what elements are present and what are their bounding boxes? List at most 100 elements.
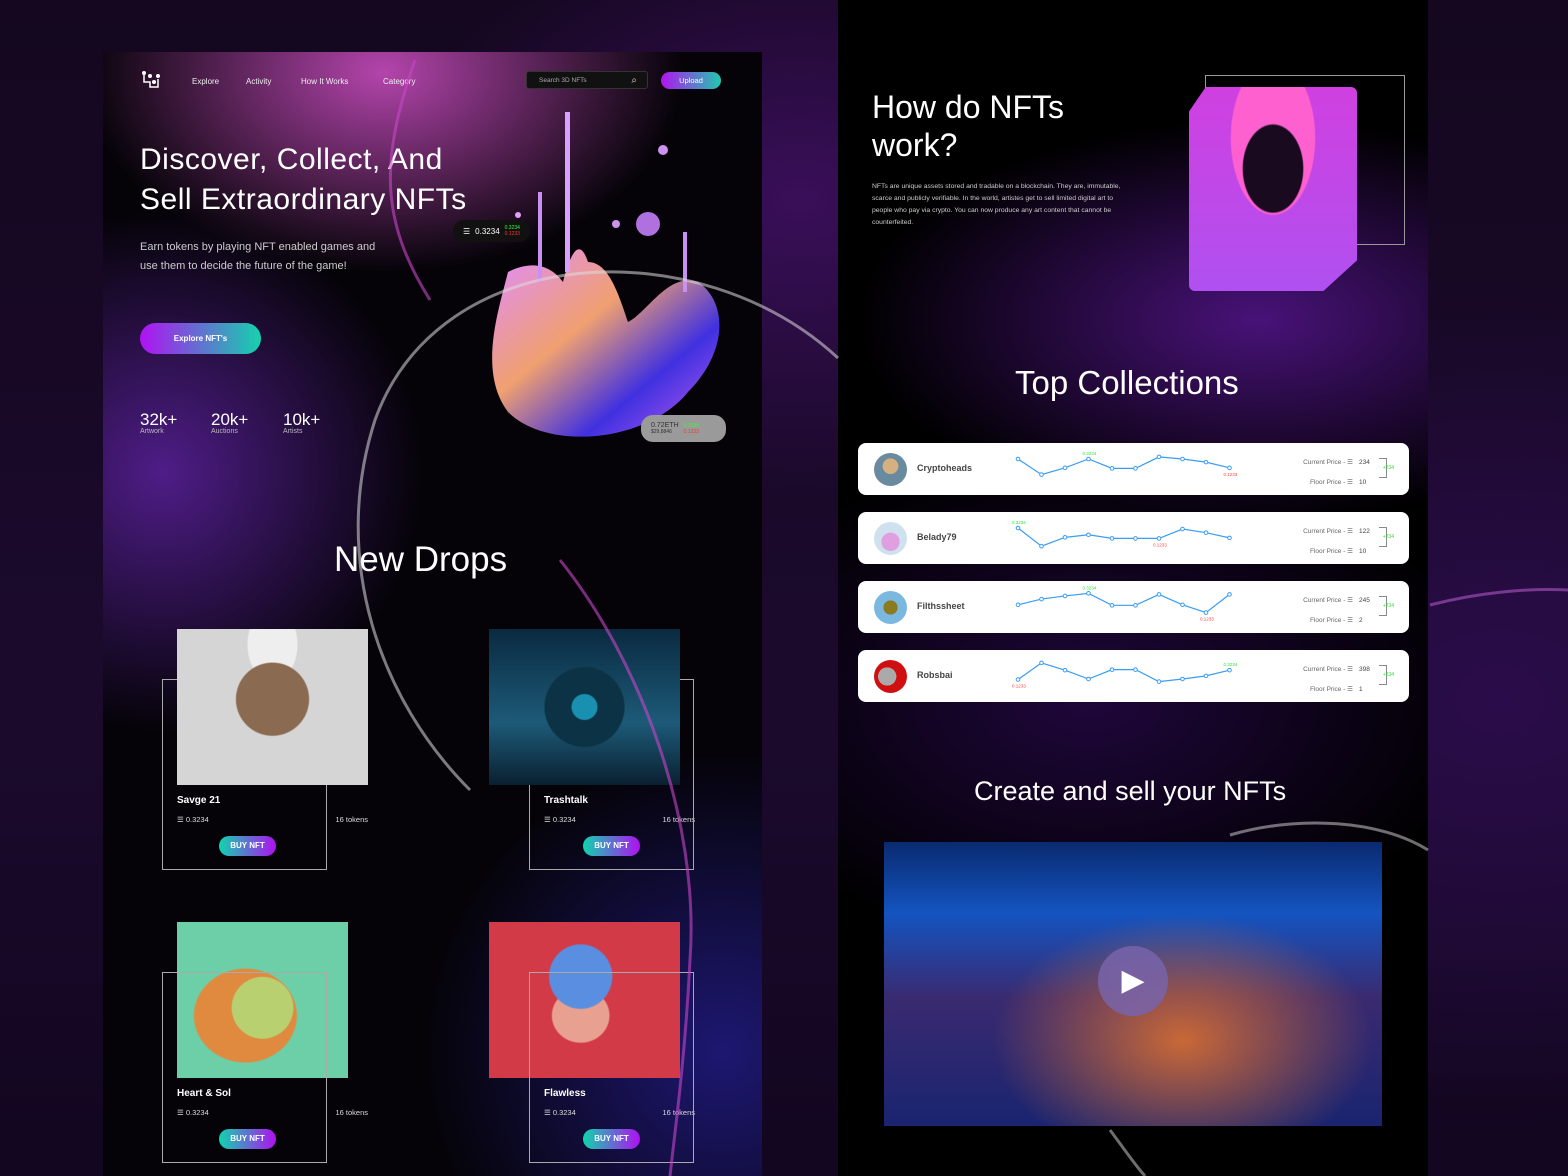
nft-tokens: 16 tokens <box>335 815 368 824</box>
price-delta: +234 <box>1382 465 1394 471</box>
sparkline-point <box>1086 456 1091 462</box>
collection-sparkline: 0.3234 0.1233 <box>1012 660 1238 689</box>
sparkline-point <box>1180 676 1185 682</box>
sparkline-point <box>1133 603 1138 608</box>
collection-row[interactable]: Robsbai 0.3234 0.1233 Current Price - ☰ 39… <box>858 650 1409 702</box>
sparkline-point <box>1039 660 1044 666</box>
sparkline-high-label: 0.3234 <box>1224 662 1238 667</box>
price-delta: +234 <box>1382 534 1394 540</box>
sparkline-point <box>1227 535 1232 541</box>
hero-title: Discover, Collect, And Sell Extraordinary… <box>140 143 467 216</box>
nft-card[interactable]: Trashtalk ☰ 0.3234 16 tokens BUY NFT <box>489 629 695 870</box>
sparkline-point <box>1180 602 1185 608</box>
sparkline-point <box>1086 532 1091 538</box>
sparkline-point <box>1109 603 1115 608</box>
nav-how-it-works[interactable]: How It Works <box>301 77 348 86</box>
sparkline-point <box>1203 610 1209 615</box>
collection-avatar <box>874 591 907 624</box>
collection-prices: Current Price - ☰ 398 Floor Price - ☰ 1 <box>1303 660 1387 700</box>
sparkline-point <box>1062 465 1068 471</box>
sparkline-point <box>1015 602 1021 608</box>
buy-nft-button[interactable]: BUY NFT <box>583 836 640 856</box>
search-input[interactable]: Search 3D NFTs ⌕ <box>526 71 648 89</box>
decorative-ring-far-right <box>1429 588 1568 607</box>
price-delta: +234 <box>1382 603 1394 609</box>
collection-row[interactable]: Filthssheet 0.3234 0.1233 Current Price -… <box>858 581 1409 633</box>
video-player[interactable]: ▶ <box>884 842 1382 1126</box>
sparkline-point <box>1227 667 1232 673</box>
collection-name: Filthssheet <box>917 601 965 611</box>
sparkline-high-label: 0.3234 <box>1083 451 1097 456</box>
sparkline-low-label: 0.1233 <box>1153 542 1167 547</box>
collection-name: Cryptoheads <box>917 463 973 473</box>
nft-card[interactable]: Flawless ☰ 0.3234 16 tokens BUY NFT <box>489 922 695 1163</box>
play-icon: ▶ <box>1121 964 1145 997</box>
hero-3d-liquid-art <box>492 112 720 437</box>
nav-activity[interactable]: Activity <box>246 77 271 86</box>
collection-sparkline: 0.3234 0.1233 <box>1015 451 1238 477</box>
collection-prices: Current Price - ☰ 122 Floor Price - ☰ 10 <box>1303 522 1387 562</box>
how-nfts-work-body: NFTs are unique assets stored and tradab… <box>872 183 1121 226</box>
sparkline-point <box>1133 667 1138 672</box>
buy-nft-button[interactable]: BUY NFT <box>219 1129 276 1149</box>
eth-price-pill: 0.72ETH $29,8846 0.3234 0.1233 <box>641 415 726 442</box>
search-placeholder: Search 3D NFTs <box>539 77 587 84</box>
sparkline-point <box>1156 679 1162 684</box>
collection-avatar <box>874 522 907 555</box>
collection-prices: Current Price - ☰ 245 Floor Price - ☰ 2 <box>1303 591 1387 631</box>
hero-subtitle: Earn tokens by playing NFT enabled games… <box>140 241 376 272</box>
buy-nft-button[interactable]: BUY NFT <box>583 1129 640 1149</box>
nft-image-ape-captain <box>177 629 368 785</box>
nft-card[interactable]: Savge 21 ☰ 0.3234 16 tokens BUY NFT <box>162 629 368 870</box>
search-icon[interactable]: ⌕ <box>631 75 637 86</box>
sparkline-high-label: 0.3234 <box>1012 520 1026 525</box>
nav-category[interactable]: Category <box>383 77 415 86</box>
collection-name: Robsbai <box>917 670 953 680</box>
sparkline-point <box>1180 526 1185 532</box>
price-pill: ☰ 0.3234 0.3234 0.1233 <box>453 220 530 242</box>
nft-tokens: 16 tokens <box>335 1108 368 1117</box>
explore-nfts-button[interactable]: Explore NFT's <box>140 323 261 354</box>
sparkline-point <box>1156 536 1162 541</box>
sparkline-point <box>1086 591 1091 596</box>
stat-artists: 10k+ Artists <box>283 410 321 435</box>
nav-explore[interactable]: Explore <box>192 77 219 86</box>
sparkline-point <box>1227 592 1232 597</box>
sparkline-low-label: 0.1233 <box>1012 684 1026 689</box>
logo-icon[interactable] <box>141 70 163 90</box>
sparkline-point <box>1180 456 1185 462</box>
sparkline-line <box>1017 662 1230 683</box>
stat-artwork: 32k+ Artwork <box>140 410 178 435</box>
nft-image-orb <box>489 629 680 785</box>
sparkline-point <box>1015 456 1021 462</box>
collection-row[interactable]: Cryptoheads 0.3234 0.1233 Current Price -… <box>858 443 1409 495</box>
sparkline-point <box>1156 592 1162 597</box>
sparkline-point <box>1227 465 1232 471</box>
upload-button[interactable]: Upload <box>661 72 721 89</box>
create-sell-title: Create and sell your NFTs <box>974 776 1287 806</box>
sparkline-line <box>1017 592 1230 614</box>
landing-page-left: Explore Activity How It Works Category S… <box>103 52 762 1176</box>
collection-name: Belady79 <box>917 532 957 542</box>
coin-icon: ☰ <box>463 226 471 236</box>
play-button[interactable]: ▶ <box>1098 946 1168 1016</box>
sparkline-point <box>1109 466 1115 471</box>
buy-nft-button[interactable]: BUY NFT <box>219 836 276 856</box>
sparkline-point <box>1062 535 1068 540</box>
collection-row[interactable]: Belady79 0.3234 0.1233 Current Price - ☰ 1… <box>858 512 1409 564</box>
sparkline-point <box>1015 677 1021 682</box>
new-drops-title: New Drops <box>334 540 508 579</box>
sparkline-point <box>1156 454 1162 460</box>
sparkline-line <box>1017 456 1230 476</box>
nft-card[interactable]: Heart & Sol ☰ 0.3234 16 tokens BUY NFT <box>162 922 368 1163</box>
price-delta: +234 <box>1382 672 1394 678</box>
sparkline-line <box>1017 527 1230 547</box>
top-collections-title: Top Collections <box>1015 364 1239 401</box>
sparkline-point <box>1133 466 1138 471</box>
sparkline-low-label: 0.1233 <box>1224 472 1238 477</box>
sparkline-point <box>1203 459 1209 465</box>
how-nfts-work-title: How do NFTs work? <box>872 89 1065 163</box>
collection-sparkline: 0.3234 0.1233 <box>1012 520 1232 549</box>
sparkline-point <box>1062 593 1068 599</box>
stat-auctions: 20k+ Auctions <box>211 410 249 435</box>
